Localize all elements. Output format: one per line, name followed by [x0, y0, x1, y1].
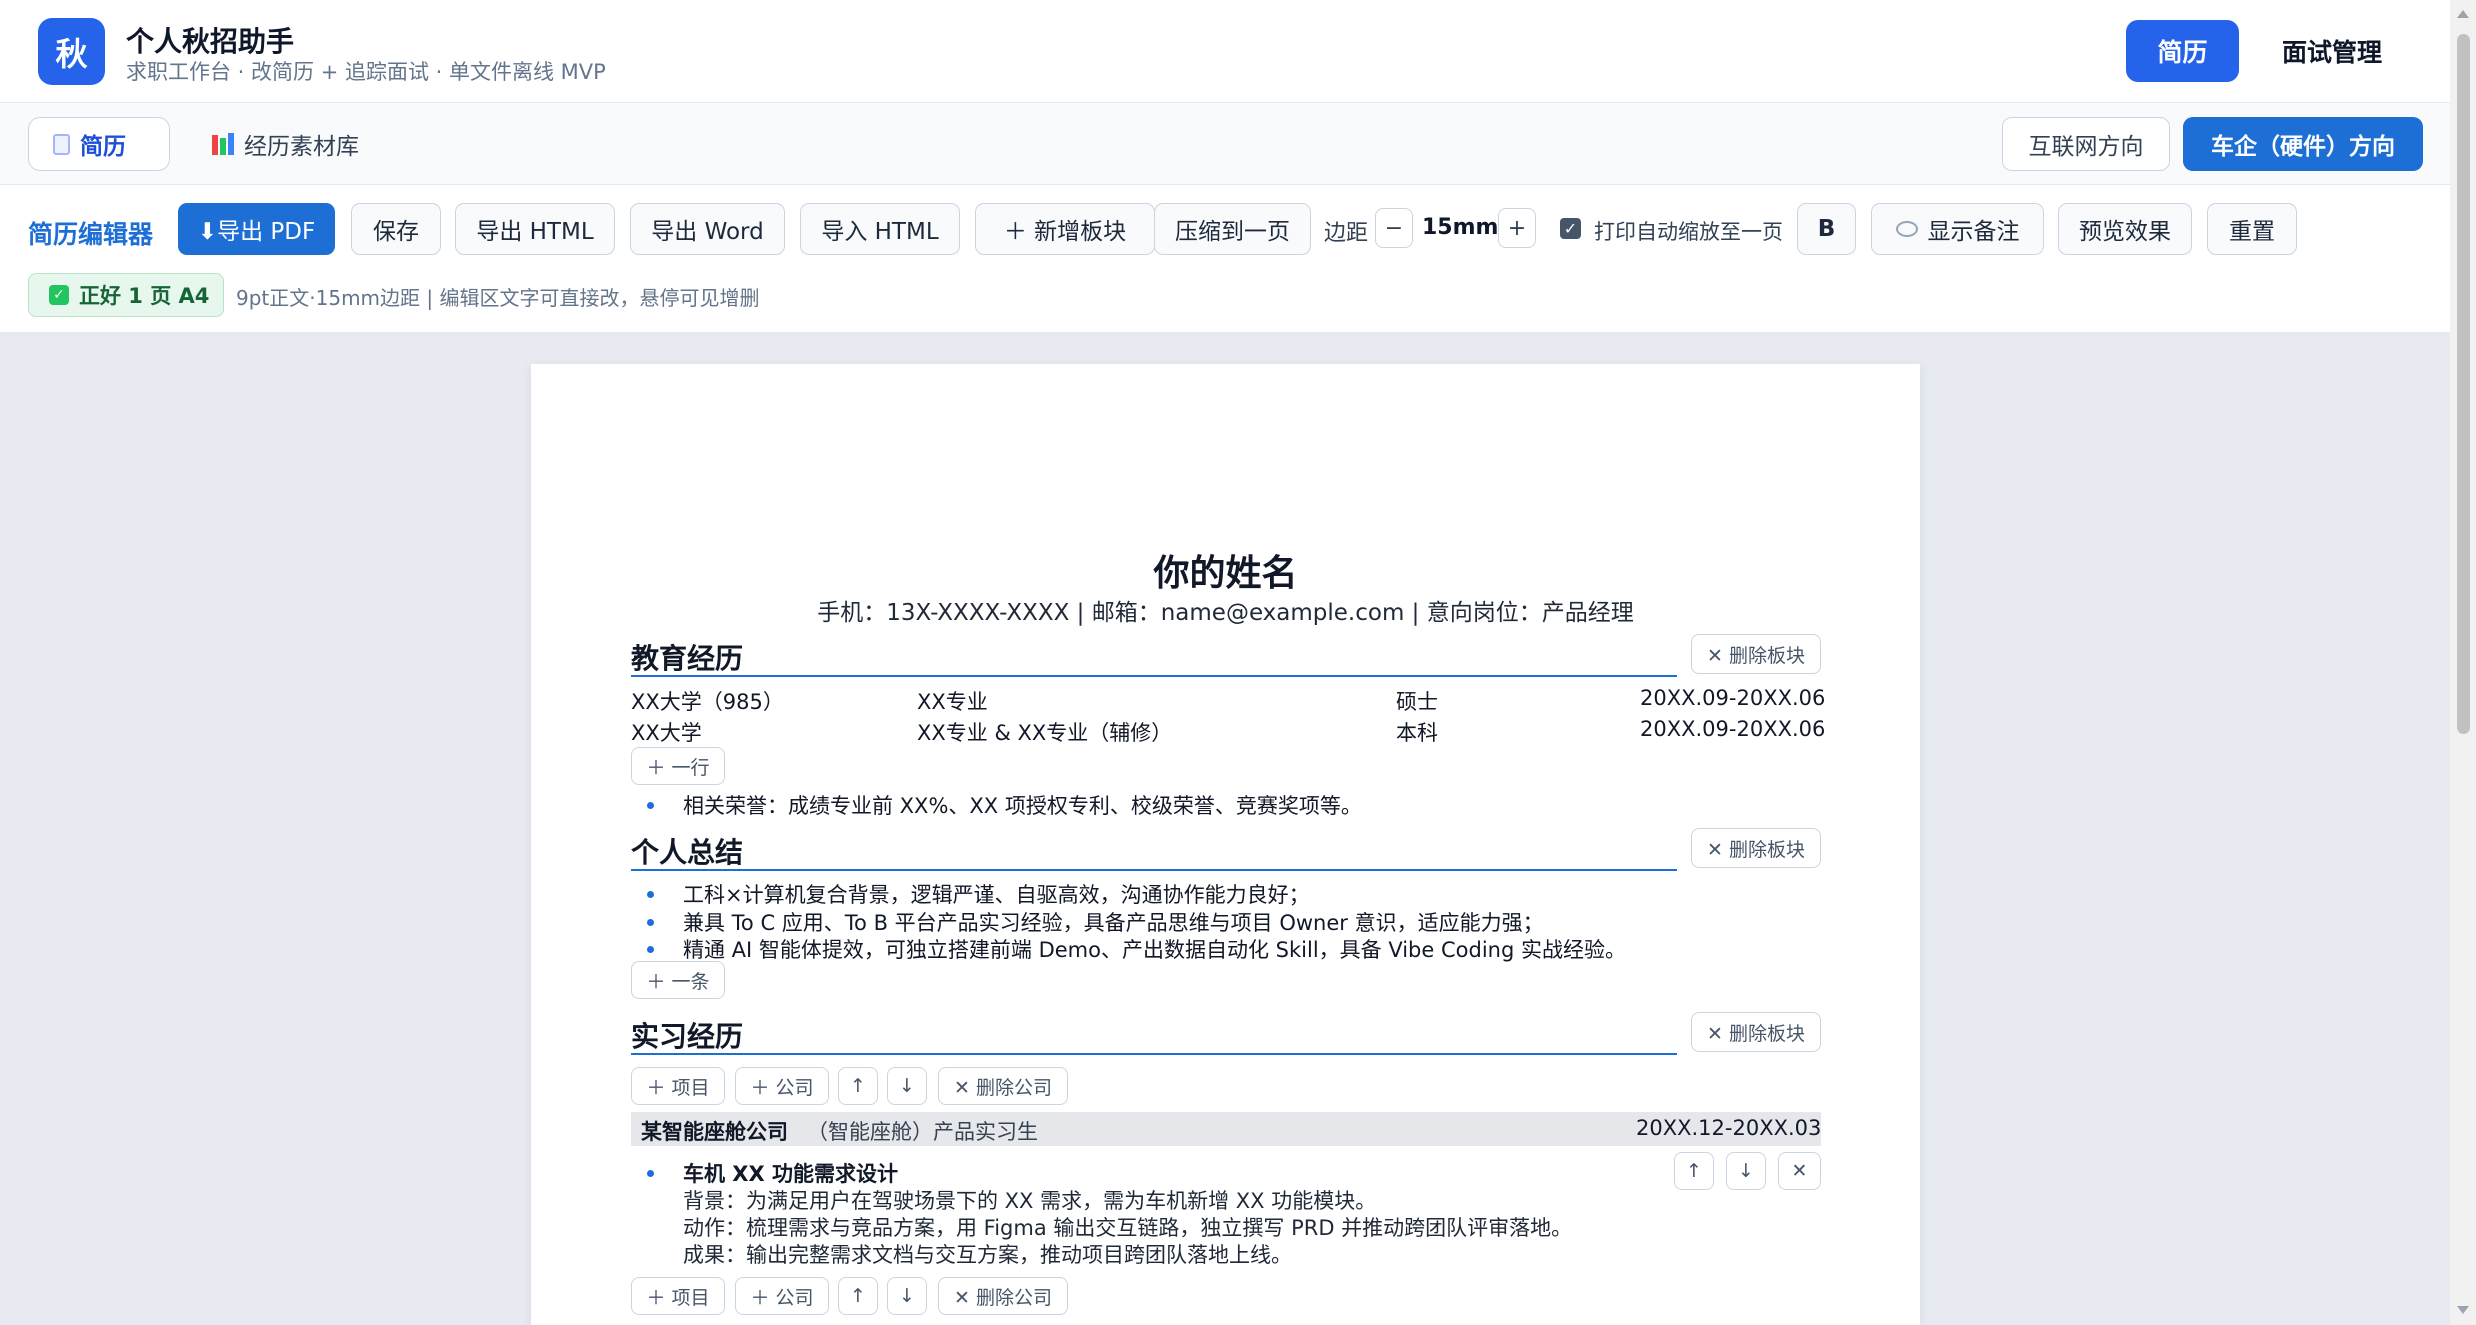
bullet-icon [647, 919, 654, 926]
export-html-button[interactable]: 导出 HTML [455, 203, 615, 255]
company-role[interactable]: （智能座舱）产品实习生 [807, 1116, 1038, 1146]
status-note: 9pt正文·15mm边距 | 编辑区文字可直接改，悬停可见增删 [236, 286, 760, 310]
app-title: 个人秋招助手 [126, 25, 295, 58]
add-item-button[interactable]: ＋ 一条 [631, 961, 725, 999]
delete-company-button[interactable]: ✕ 删除公司 [938, 1067, 1068, 1105]
delete-block-button[interactable]: ✕ 删除板块 [1691, 1012, 1821, 1052]
app-logo: 秋 [38, 18, 105, 85]
tabs-bar: 简历 经历素材库 互联网方向 车企（硬件）方向 [0, 103, 2450, 185]
section-title-summary[interactable]: 个人总结 [631, 831, 743, 871]
move-down-button[interactable]: ↓ [887, 1067, 927, 1105]
direction-internet-button[interactable]: 互联网方向 [2002, 117, 2170, 171]
reset-button[interactable]: 重置 [2207, 203, 2297, 255]
edu-degree[interactable]: 本科 [1396, 717, 1438, 747]
add-company-button[interactable]: ＋ 公司 [735, 1277, 829, 1315]
delete-company-button[interactable]: ✕ 删除公司 [938, 1277, 1068, 1315]
bullet-icon [647, 802, 654, 809]
edu-degree[interactable]: 硕士 [1396, 686, 1438, 716]
show-notes-label: 显示备注 [1927, 219, 2020, 245]
edu-date[interactable]: 20XX.09-20XX.06 [1640, 686, 1825, 710]
margin-decrease-button[interactable]: − [1375, 208, 1413, 248]
summary-item[interactable]: 精通 AI 智能体提效，可独立搭建前端 Demo、产出数据自动化 Skill，具… [683, 934, 1626, 964]
project-title[interactable]: 车机 XX 功能需求设计 [683, 1158, 898, 1188]
editor-toolbar: 简历编辑器 ⬇导出 PDF 保存 导出 HTML 导出 Word 导入 HTML… [0, 185, 2450, 333]
project-detail[interactable]: 动作：梳理需求与竞品方案，用 Figma 输出交互链路，独立撰写 PRD 并推动… [683, 1212, 1572, 1242]
project-detail[interactable]: 成果：输出完整需求文档与交互方案，推动项目跨团队落地上线。 [683, 1239, 1292, 1269]
resume-name[interactable]: 你的姓名 [531, 544, 1920, 596]
preview-button[interactable]: 预览效果 [2058, 203, 2192, 255]
export-word-button[interactable]: 导出 Word [630, 203, 785, 255]
page-status-text: 正好 1 页 A4 [79, 284, 210, 308]
edu-school[interactable]: XX大学（985） [631, 686, 784, 716]
margin-label: 边距 [1324, 221, 1369, 246]
add-project-button[interactable]: ＋ 项目 [631, 1277, 725, 1315]
bold-button[interactable]: B [1797, 203, 1856, 255]
margin-value: 15mm [1422, 215, 1499, 240]
add-project-button[interactable]: ＋ 项目 [631, 1067, 725, 1105]
delete-block-button[interactable]: ✕ 删除板块 [1691, 828, 1821, 868]
page-status-badge: ✓ 正好 1 页 A4 [28, 273, 224, 317]
section-title-internship[interactable]: 实习经历 [631, 1015, 743, 1055]
bullet-icon [647, 946, 654, 953]
bullet-icon [647, 1170, 654, 1177]
edu-major[interactable]: XX专业 [917, 686, 988, 716]
app-header: 秋 个人秋招助手 求职工作台 · 改简历 + 追踪面试 · 单文件离线 MVP … [0, 0, 2450, 103]
bullet-icon [647, 891, 654, 898]
auto-scale-checkbox[interactable]: ✓ [1560, 218, 1581, 239]
nav-resume-button[interactable]: 简历 [2126, 20, 2239, 82]
company-name[interactable]: 某智能座舱公司 [641, 1116, 788, 1146]
speech-bubble-icon [1895, 221, 1918, 237]
resume-contact[interactable]: 手机：13X-XXXX-XXXX | 邮箱：name@example.com |… [531, 593, 1920, 627]
section-divider [631, 869, 1677, 871]
show-notes-button[interactable]: 显示备注 [1871, 203, 2044, 255]
tab-resume-label: 简历 [80, 134, 126, 160]
check-icon: ✓ [49, 285, 69, 305]
margin-increase-button[interactable]: + [1498, 208, 1536, 248]
app-subtitle: 求职工作台 · 改简历 + 追踪面试 · 单文件离线 MVP [126, 60, 606, 84]
item-move-up-button[interactable]: ↑ [1674, 1152, 1714, 1190]
add-company-button[interactable]: ＋ 公司 [735, 1067, 829, 1105]
project-detail[interactable]: 背景：为满足用户在驾驶场景下的 XX 需求，需为车机新增 XX 功能模块。 [683, 1185, 1376, 1215]
page-scrollbar[interactable] [2450, 0, 2476, 1325]
honor-text[interactable]: 相关荣誉：成绩专业前 XX%、XX 项授权专利、校级荣誉、竞赛奖项等。 [683, 790, 1362, 820]
tab-library-label: 经历素材库 [244, 134, 359, 160]
books-icon [212, 133, 234, 155]
scroll-up-icon[interactable] [2457, 10, 2469, 18]
item-delete-button[interactable]: ✕ [1778, 1152, 1821, 1190]
move-up-button[interactable]: ↑ [838, 1067, 878, 1105]
delete-block-button[interactable]: ✕ 删除板块 [1691, 634, 1821, 674]
document-icon [53, 133, 70, 155]
item-move-down-button[interactable]: ↓ [1726, 1152, 1766, 1190]
resume-paper: 你的姓名 手机：13X-XXXX-XXXX | 邮箱：name@example.… [531, 364, 1920, 1325]
move-down-button[interactable]: ↓ [887, 1277, 927, 1315]
tab-library[interactable]: 经历素材库 [188, 117, 383, 171]
direction-auto-button[interactable]: 车企（硬件）方向 [2183, 117, 2423, 171]
auto-scale-label: 打印自动缩放至一页 [1594, 220, 1783, 244]
compress-one-page-button[interactable]: 压缩到一页 [1154, 203, 1311, 255]
section-divider [631, 675, 1677, 677]
add-block-button[interactable]: ＋ 新增板块 [975, 203, 1155, 255]
section-divider [631, 1053, 1677, 1055]
editor-label: 简历编辑器 [28, 220, 154, 249]
edu-school[interactable]: XX大学 [631, 717, 702, 747]
company-date[interactable]: 20XX.12-20XX.03 [1636, 1116, 1821, 1140]
section-title-education[interactable]: 教育经历 [631, 637, 743, 677]
nav-interview-button[interactable]: 面试管理 [2262, 20, 2402, 82]
scroll-down-icon[interactable] [2457, 1306, 2469, 1314]
tab-resume[interactable]: 简历 [28, 117, 170, 171]
scroll-thumb[interactable] [2457, 34, 2470, 734]
export-pdf-button[interactable]: ⬇导出 PDF [178, 203, 335, 255]
import-html-button[interactable]: 导入 HTML [800, 203, 960, 255]
add-row-button[interactable]: ＋ 一行 [631, 747, 725, 785]
save-button[interactable]: 保存 [351, 203, 441, 255]
summary-item[interactable]: 工科×计算机复合背景，逻辑严谨、自驱高效，沟通协作能力良好； [683, 879, 1310, 909]
edu-date[interactable]: 20XX.09-20XX.06 [1640, 717, 1825, 741]
move-up-button[interactable]: ↑ [838, 1277, 878, 1315]
edu-major[interactable]: XX专业 & XX专业（辅修） [917, 717, 1172, 747]
summary-item[interactable]: 兼具 To C 应用、To B 平台产品实习经验，具备产品思维与项目 Owner… [683, 907, 1544, 937]
